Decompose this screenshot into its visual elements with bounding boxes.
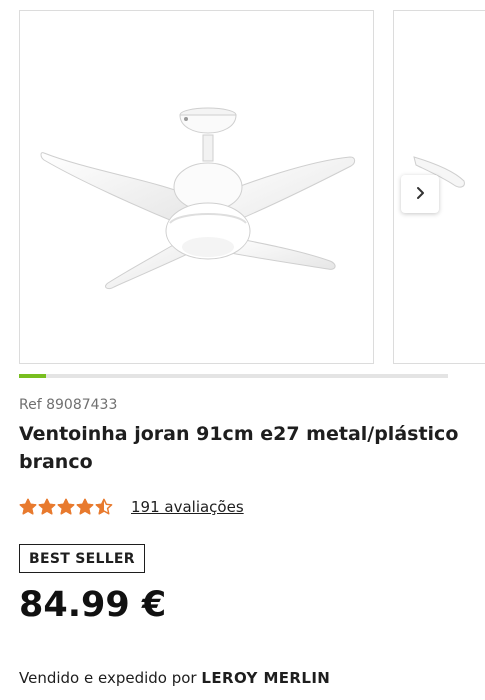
product-image[interactable] [19, 10, 374, 364]
star-full-icon [19, 498, 37, 515]
seller-info: Vendido e expedido por LEROY MERLIN [19, 669, 330, 687]
star-rating [19, 498, 113, 516]
image-carousel[interactable] [0, 0, 485, 372]
star-half-icon [95, 498, 113, 515]
product-price: 84.99 € [19, 585, 167, 625]
product-title: Ventoinha joran 91cm e27 metal/plástico … [19, 423, 459, 473]
product-rating[interactable]: 191 avaliações [19, 495, 244, 519]
next-image-button[interactable] [401, 175, 439, 213]
chevron-right-icon [413, 185, 427, 204]
seller-name[interactable]: LEROY MERLIN [201, 669, 330, 687]
gallery-progress-bar [19, 374, 448, 378]
star-full-icon [76, 498, 94, 515]
star-full-icon [38, 498, 56, 515]
reviews-link[interactable]: 191 avaliações [131, 498, 244, 516]
sold-by-label: Vendido e expedido por [19, 669, 197, 687]
best-seller-badge: BEST SELLER [19, 544, 145, 573]
star-full-icon [57, 498, 75, 515]
gallery-progress-fill [19, 374, 47, 378]
product-ref: Ref 89087433 [19, 397, 118, 413]
